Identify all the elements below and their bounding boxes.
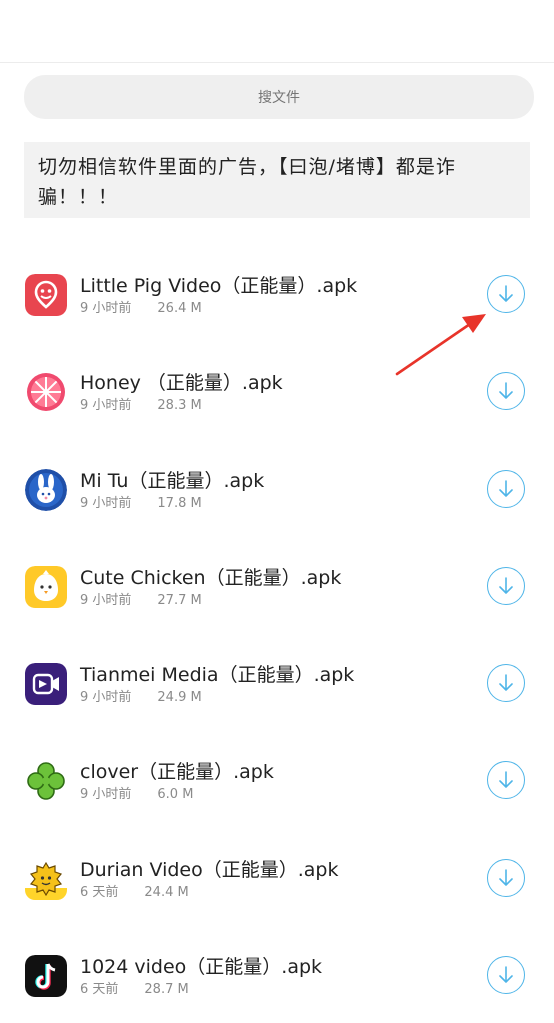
file-size: 28.3 M xyxy=(157,398,202,414)
file-name: Durian Video（正能量）.apk xyxy=(80,858,339,881)
chick-icon xyxy=(25,565,67,608)
file-time: 9 小时前 xyxy=(80,301,132,316)
download-arrow-icon xyxy=(499,479,513,497)
rabbit-icon xyxy=(25,468,67,511)
file-size: 6.0 M xyxy=(157,787,194,803)
download-arrow-icon xyxy=(499,674,513,691)
download-arrow-icon xyxy=(499,382,513,400)
file-time: 6 天前 xyxy=(80,884,119,900)
file-time: 9 小时前 xyxy=(80,592,132,608)
list-item[interactable]: Honey （正能量）.apk 9 小时前 28.3 M xyxy=(0,342,554,439)
download-arrow-icon xyxy=(499,577,513,594)
file-size: 27.7 M xyxy=(157,592,202,608)
download-button[interactable] xyxy=(487,372,525,411)
list-item[interactable]: clover（正能量）.apk 9 小时前 6.0 M xyxy=(0,731,554,828)
download-button[interactable] xyxy=(487,275,525,313)
pig-video-icon xyxy=(25,274,67,316)
file-meta: 9 小时前 6.0 M xyxy=(80,783,193,802)
download-arrow-icon xyxy=(499,868,513,886)
file-meta: 9 小时前 27.7 M xyxy=(80,589,202,608)
file-name: Little Pig Video（正能量）.apk xyxy=(80,275,358,297)
download-arrow-icon xyxy=(499,771,513,789)
file-size: 28.7 M xyxy=(144,982,189,998)
file-meta: 9 小时前 17.8 M xyxy=(80,492,202,511)
file-meta: 9 小时前 26.4 M xyxy=(80,297,202,316)
video-camera-icon xyxy=(25,663,67,706)
list-item[interactable]: 1024 video（正能量）.apk 6 天前 28.7 M xyxy=(0,926,554,1023)
file-time: 9 小时前 xyxy=(80,398,132,414)
list-item[interactable]: Durian Video（正能量）.apk 6 天前 24.4 M xyxy=(0,829,554,926)
file-time: 9 小时前 xyxy=(80,690,132,706)
download-button[interactable] xyxy=(487,664,525,703)
download-arrow-icon xyxy=(499,285,513,302)
top-bar xyxy=(0,0,554,63)
list-item[interactable]: Tianmei Media（正能量）.apk 9 小时前 24.9 M xyxy=(0,634,554,731)
file-meta: 6 天前 24.4 M xyxy=(80,881,189,900)
file-name: 1024 video（正能量）.apk xyxy=(80,956,323,979)
file-size: 24.9 M xyxy=(157,690,202,706)
music-note-icon xyxy=(25,955,67,998)
file-size: 26.4 M xyxy=(157,301,202,316)
file-name: Mi Tu（正能量）.apk xyxy=(80,469,265,492)
file-meta: 9 小时前 24.9 M xyxy=(80,686,202,705)
file-time: 9 小时前 xyxy=(80,495,132,511)
file-meta: 9 小时前 28.3 M xyxy=(80,394,202,413)
file-list: Little Pig Video（正能量）.apk 9 小时前 26.4 M H… xyxy=(0,245,554,1023)
file-time: 6 天前 xyxy=(80,982,119,998)
download-button[interactable] xyxy=(487,566,525,605)
list-item[interactable]: Mi Tu（正能量）.apk 9 小时前 17.8 M xyxy=(0,440,554,537)
search-input[interactable] xyxy=(24,75,534,119)
grapefruit-icon xyxy=(25,371,67,414)
file-name: clover（正能量）.apk xyxy=(80,761,274,784)
download-button[interactable] xyxy=(487,858,525,897)
list-item[interactable]: Little Pig Video（正能量）.apk 9 小时前 26.4 M xyxy=(0,245,554,342)
download-button[interactable] xyxy=(487,469,525,508)
file-size: 17.8 M xyxy=(157,495,202,511)
file-meta: 6 天前 28.7 M xyxy=(80,978,189,997)
durian-icon xyxy=(25,857,67,900)
download-arrow-icon xyxy=(499,966,513,983)
file-size: 24.4 M xyxy=(144,884,189,900)
warning-notice: 切勿相信软件里面的广告，【曰泡/堵博】都是诈骗！！！ xyxy=(24,142,530,218)
file-name: Tianmei Media（正能量）.apk xyxy=(80,664,355,687)
list-item[interactable]: Cute Chicken（正能量）.apk 9 小时前 27.7 M xyxy=(0,537,554,634)
file-name: Cute Chicken（正能量）.apk xyxy=(80,566,342,589)
download-button[interactable] xyxy=(487,761,525,800)
file-time: 9 小时前 xyxy=(80,787,132,803)
file-name: Honey （正能量）.apk xyxy=(80,372,283,395)
clover-icon xyxy=(25,760,67,803)
download-button[interactable] xyxy=(487,956,525,995)
